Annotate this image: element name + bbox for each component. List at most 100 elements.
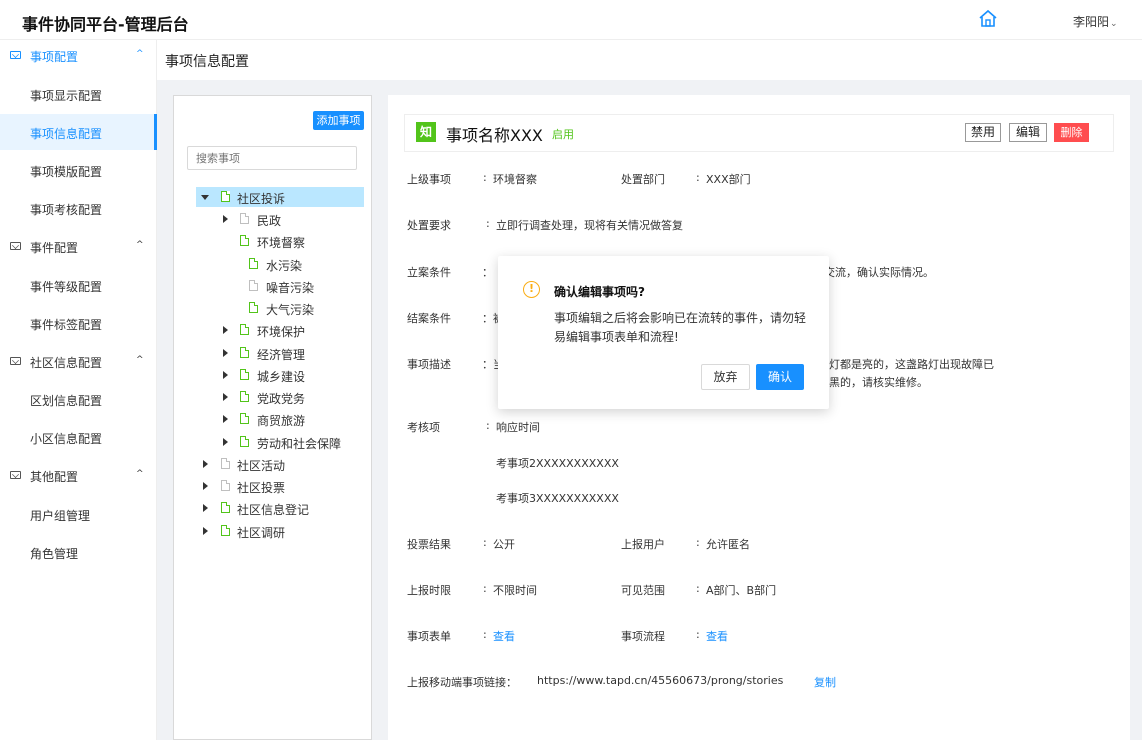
sidebar-item-user-group[interactable]: 用户组管理 xyxy=(0,496,157,532)
file-icon xyxy=(240,369,249,380)
tree-node-env-inspection[interactable]: 环境督察 xyxy=(196,231,364,251)
dialog-message: 事项编辑之后将会影响已在流转的事件，请勿轻易编辑事项表单和流程! xyxy=(554,311,807,344)
tree-node-community-research[interactable]: 社区调研 xyxy=(196,521,364,541)
field-colon: : xyxy=(483,582,487,595)
tree-node-env-protection[interactable]: 环境保护 xyxy=(196,320,364,340)
sidebar-item-assessment-config[interactable]: 事项考核配置 xyxy=(0,190,157,226)
sidebar-item-role-manage[interactable]: 角色管理 xyxy=(0,534,157,570)
file-icon xyxy=(221,525,230,536)
field-colon: : xyxy=(483,536,487,549)
add-item-button[interactable]: 添加事项 xyxy=(313,111,364,130)
tree-node-water-pollution[interactable]: 水污染 xyxy=(196,254,364,274)
field-colon: : xyxy=(696,171,700,184)
field-colon: : xyxy=(486,419,490,432)
tree-node-party-affairs[interactable]: 党政党务 xyxy=(196,387,364,407)
field-value-description-tail-2: 嘛黑的，请核实维修。 xyxy=(818,376,928,389)
caret-right-icon xyxy=(223,371,228,379)
sidebar-item-district-info[interactable]: 区划信息配置 xyxy=(0,381,157,417)
item-type-badge: 知 xyxy=(416,122,436,142)
file-icon xyxy=(240,391,249,402)
sidebar-item-info-config[interactable]: 事项信息配置 xyxy=(0,114,157,150)
tree-node-commerce-tourism[interactable]: 商贸旅游 xyxy=(196,409,364,429)
dialog-title: 确认编辑事项吗? xyxy=(554,285,645,299)
file-icon xyxy=(240,324,249,335)
mail-icon xyxy=(10,471,21,479)
sidebar-group-other-config[interactable]: 其他配置 ^ xyxy=(0,461,157,491)
field-value-vote: 公开 xyxy=(493,538,515,551)
file-icon xyxy=(240,235,249,246)
field-label-assessment: 考核项 xyxy=(407,421,440,434)
item-name: 事项名称XXX xyxy=(446,126,543,145)
field-label-dept: 处置部门 xyxy=(621,173,665,186)
sidebar-group-label: 社区信息配置 xyxy=(30,356,103,370)
sidebar-group-community-config[interactable]: 社区信息配置 ^ xyxy=(0,347,157,377)
caret-right-icon xyxy=(223,215,228,223)
caret-right-icon xyxy=(203,460,208,468)
tree-node-economic-mgmt[interactable]: 经济管理 xyxy=(196,343,364,363)
tree-node-noise-pollution[interactable]: 噪音污染 xyxy=(196,276,364,296)
caret-right-icon xyxy=(223,438,228,446)
sidebar-item-template-config[interactable]: 事项模版配置 xyxy=(0,152,157,188)
user-name: 李阳阳 xyxy=(1073,15,1110,29)
caret-down-icon xyxy=(201,195,209,200)
sidebar-item-event-level[interactable]: 事件等级配置 xyxy=(0,267,157,303)
app-title: 事件协同平台-管理后台 xyxy=(22,15,189,34)
field-label-requirement: 处置要求 xyxy=(407,219,451,232)
search-input[interactable] xyxy=(187,146,357,170)
copy-link-button[interactable]: 复制 xyxy=(814,674,836,690)
caret-right-icon xyxy=(203,482,208,490)
sidebar-item-residential-info[interactable]: 小区信息配置 xyxy=(0,419,157,455)
file-icon xyxy=(249,302,258,313)
chevron-down-icon: ⌄ xyxy=(1110,19,1118,29)
sidebar-group-label: 其他配置 xyxy=(30,470,79,484)
warning-icon: ! xyxy=(523,281,540,298)
disable-button[interactable]: 禁用 xyxy=(965,123,1001,142)
edit-button[interactable]: 编辑 xyxy=(1009,123,1047,142)
field-colon: : xyxy=(696,582,700,595)
tree-node-community-complaint[interactable]: 社区投诉 xyxy=(196,187,364,207)
flow-view-link[interactable]: 查看 xyxy=(706,628,728,644)
caret-right-icon xyxy=(223,393,228,401)
delete-button[interactable]: 删除 xyxy=(1054,123,1089,142)
home-icon[interactable] xyxy=(978,9,998,29)
field-label-filing: 立案条件 xyxy=(407,266,451,279)
mail-icon xyxy=(10,357,21,365)
form-view-link[interactable]: 查看 xyxy=(493,628,515,644)
field-value-dept: XXX部门 xyxy=(706,173,751,186)
tree-node-labor-security[interactable]: 劳动和社会保障 xyxy=(196,432,364,452)
field-label-reporter: 上报用户 xyxy=(621,538,665,551)
file-icon xyxy=(240,347,249,358)
sidebar-group-event-config[interactable]: 事件配置 ^ xyxy=(0,232,157,262)
field-value-description-tail-1: 路灯都是亮的，这盏路灯出现故障已 xyxy=(818,358,994,371)
field-colon: : xyxy=(483,628,487,641)
caret-right-icon xyxy=(203,527,208,535)
field-value-reporter: 允许匿名 xyxy=(706,538,750,551)
chevron-up-icon: ^ xyxy=(136,469,144,479)
assessment-item: 考事项3XXXXXXXXXXX xyxy=(496,492,619,505)
sidebar-item-display-config[interactable]: 事项显示配置 xyxy=(0,76,157,112)
tree-node-community-activity[interactable]: 社区活动 xyxy=(196,454,364,474)
file-icon xyxy=(240,436,249,447)
tree-node-urban-construction[interactable]: 城乡建设 xyxy=(196,365,364,385)
sidebar-item-event-tag[interactable]: 事件标签配置 xyxy=(0,305,157,341)
tree-node-community-vote[interactable]: 社区投票 xyxy=(196,476,364,496)
chevron-up-icon: ^ xyxy=(136,355,144,365)
sidebar-group-item-config[interactable]: 事项配置 ^ xyxy=(0,41,157,71)
field-colon: : xyxy=(696,536,700,549)
cancel-button[interactable]: 放弃 xyxy=(701,364,750,390)
mobile-link-url: https://www.tapd.cn/45560673/prong/stori… xyxy=(537,674,784,687)
sidebar-group-label: 事件配置 xyxy=(30,241,79,255)
assessment-item: 响应时间 xyxy=(496,421,540,434)
field-label-visibility: 可见范围 xyxy=(621,584,665,597)
field-label-flow: 事项流程 xyxy=(621,630,665,643)
field-label-form: 事项表单 xyxy=(407,630,451,643)
user-menu[interactable]: 李阳阳⌄ xyxy=(1073,13,1118,30)
tree-node-air-pollution[interactable]: 大气污染 xyxy=(196,298,364,318)
tree-node-civil-affairs[interactable]: 民政 xyxy=(196,209,364,229)
confirm-button[interactable]: 确认 xyxy=(756,364,804,390)
file-icon xyxy=(249,258,258,269)
field-value-filing-tail: 交流，确认实际情况。 xyxy=(824,266,934,279)
file-icon xyxy=(221,458,230,469)
field-label-parent: 上级事项 xyxy=(407,173,451,186)
tree-node-community-registration[interactable]: 社区信息登记 xyxy=(196,498,364,518)
